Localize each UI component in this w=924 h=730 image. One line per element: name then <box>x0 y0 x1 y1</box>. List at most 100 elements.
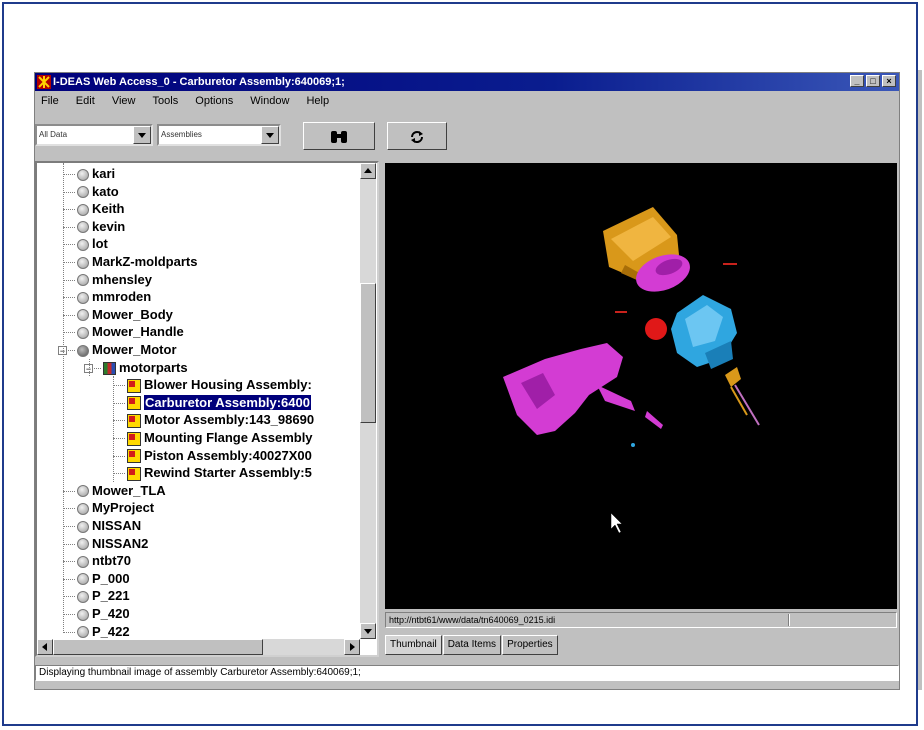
tree-item-label: Mower_Body <box>92 306 173 322</box>
tree-item-project[interactable]: MarkZ-moldparts <box>77 253 197 271</box>
status-text: Displaying thumbnail image of assembly C… <box>39 667 361 678</box>
assembly-icon <box>127 449 141 464</box>
tree-item-label: Piston Assembly:40027X00 <box>144 447 312 463</box>
window-title: I-DEAS Web Access_0 - Carburetor Assembl… <box>53 76 345 88</box>
hscroll-thumb[interactable] <box>53 639 263 655</box>
menu-edit[interactable]: Edit <box>76 95 95 107</box>
close-button[interactable]: × <box>882 75 896 87</box>
tree-vertical-scrollbar[interactable] <box>360 163 376 639</box>
tree-connector <box>63 174 75 175</box>
tree-item-project[interactable]: mmroden <box>77 288 151 306</box>
menu-tools[interactable]: Tools <box>153 95 179 107</box>
tree-connector <box>113 438 125 439</box>
url-status-bar: http://ntbt61/www/data/tn640069_0215.idi <box>385 612 897 628</box>
tree-item-project[interactable]: kevin <box>77 218 125 236</box>
tree-item-label: P_221 <box>92 588 130 604</box>
right-edge <box>918 70 922 690</box>
type-filter-select[interactable]: Assemblies <box>157 124 281 146</box>
carburetor-body-part <box>671 295 737 369</box>
tree-connector <box>113 455 125 457</box>
scroll-thumb[interactable] <box>360 283 376 423</box>
tree-item-assembly[interactable]: Carburetor Assembly:6400 <box>127 394 311 412</box>
scroll-left-button[interactable] <box>37 639 53 655</box>
tree-item-project[interactable]: P_420 <box>77 605 130 623</box>
project-globe-icon <box>77 203 89 216</box>
tree-item-project[interactable]: Mower_Motor <box>77 341 177 359</box>
assembly-icon <box>127 413 141 428</box>
tree-item-assembly[interactable]: Motor Assembly:143_98690 <box>127 411 314 429</box>
ideas-logo-icon <box>37 75 51 89</box>
tab-data-items[interactable]: Data Items <box>442 635 502 655</box>
scroll-right-button[interactable] <box>344 639 360 655</box>
scroll-up-button[interactable] <box>360 163 376 179</box>
tree-item-project[interactable]: Mower_TLA <box>77 482 166 500</box>
refresh-button[interactable] <box>387 122 447 150</box>
find-button[interactable] <box>303 122 375 150</box>
tree-item-label: Mower_Handle <box>92 324 184 340</box>
small-screw-part <box>631 443 635 447</box>
tree-connector <box>113 473 125 475</box>
tree-connector <box>63 631 75 633</box>
tree-item-project[interactable]: kato <box>77 183 119 201</box>
scroll-down-button[interactable] <box>360 623 376 639</box>
tree-connector <box>63 279 75 281</box>
type-filter-value: Assemblies <box>161 130 202 139</box>
minimize-button[interactable]: _ <box>850 75 864 87</box>
menu-help[interactable]: Help <box>306 95 329 107</box>
assembly-icon <box>127 396 141 411</box>
tree-connector <box>63 578 75 580</box>
tree-connector <box>63 244 75 246</box>
tree-item-assembly[interactable]: Blower Housing Assembly: <box>127 376 312 394</box>
tree-item-label: Keith <box>92 201 125 217</box>
tree-item-project[interactable]: P_221 <box>77 587 130 605</box>
tree-connector <box>63 526 75 527</box>
tree-item-project[interactable]: NISSAN <box>77 517 141 535</box>
data-filter-select[interactable]: All Data <box>35 124 153 146</box>
tree-connector <box>63 163 64 633</box>
tab-thumbnail[interactable]: Thumbnail <box>385 635 442 655</box>
tree-item-project[interactable]: kari <box>77 165 115 183</box>
tree-item-project[interactable]: Mower_Handle <box>77 323 184 341</box>
tab-properties[interactable]: Properties <box>502 635 558 655</box>
tree-item-project[interactable]: NISSAN2 <box>77 535 148 553</box>
tree-item-project[interactable]: lot <box>77 235 108 253</box>
project-globe-icon <box>77 590 89 603</box>
tree-item-project[interactable]: ntbt70 <box>77 552 131 570</box>
project-tree[interactable]: kari kato Keith kevin lot MarkZ-moldparts mhen… <box>35 161 379 657</box>
tree-item-assembly[interactable]: Piston Assembly:40027X00 <box>127 447 312 465</box>
tree-item-project[interactable]: Mower_Body <box>77 306 173 324</box>
menu-bar: File Edit View Tools Options Window Help <box>35 92 899 110</box>
tree-item-project[interactable]: Keith <box>77 200 125 218</box>
ball-part <box>645 318 667 340</box>
tree-connector <box>89 358 90 377</box>
chevron-down-icon[interactable] <box>133 126 151 144</box>
menu-file[interactable]: File <box>41 95 59 107</box>
maximize-button[interactable]: □ <box>866 75 880 87</box>
menu-options[interactable]: Options <box>195 95 233 107</box>
project-globe-icon <box>77 573 89 586</box>
thumbnail-url: http://ntbt61/www/data/tn640069_0215.idi <box>389 615 556 625</box>
tree-item-assembly[interactable]: Mounting Flange Assembly <box>127 429 313 447</box>
tree-item-project[interactable]: P_000 <box>77 570 130 588</box>
tree-item-assembly[interactable]: Rewind Starter Assembly:5 <box>127 464 312 482</box>
thumbnail-viewer[interactable] <box>385 163 897 609</box>
tree-horizontal-scrollbar[interactable] <box>37 639 360 655</box>
title-bar[interactable]: I-DEAS Web Access_0 - Carburetor Assembl… <box>35 73 899 91</box>
tree-connector <box>63 508 75 510</box>
tree-item-label: Rewind Starter Assembly:5 <box>144 465 312 481</box>
assembly-icon <box>127 378 141 393</box>
throttle-part <box>725 367 760 426</box>
tree-item-library[interactable]: motorparts <box>103 359 188 377</box>
tree-item-project[interactable]: P_422 <box>77 623 130 641</box>
chevron-down-icon[interactable] <box>261 126 279 144</box>
menu-view[interactable]: View <box>112 95 136 107</box>
tree-item-label: kato <box>92 183 119 199</box>
refresh-icon <box>411 131 423 143</box>
menu-window[interactable]: Window <box>250 95 289 107</box>
tree-item-label: NISSAN2 <box>92 535 149 551</box>
assembly-thumbnail <box>503 207 760 534</box>
tree-item-project[interactable]: mhensley <box>77 271 152 289</box>
project-globe-icon <box>77 344 89 357</box>
tree-item-project[interactable]: MyProject <box>77 499 154 517</box>
tree-item-label: P_000 <box>92 570 130 586</box>
